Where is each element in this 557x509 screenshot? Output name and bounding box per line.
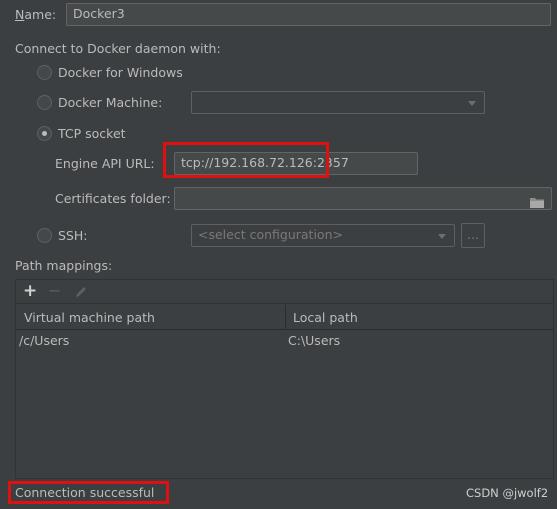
folder-icon[interactable] (530, 194, 544, 209)
column-header-local-path[interactable]: Local path (293, 310, 358, 326)
highlight-box-status (8, 481, 169, 504)
add-icon[interactable]: + (23, 283, 37, 300)
engine-api-url-label: Engine API URL: (55, 156, 155, 171)
docker-machine-radio[interactable] (37, 95, 52, 110)
ssh-config-select[interactable]: <select configuration> (191, 224, 455, 247)
ssh-config-placeholder: <select configuration> (198, 227, 343, 242)
edit-icon[interactable] (74, 285, 88, 302)
column-header-vm-path[interactable]: Virtual machine path (24, 310, 155, 326)
column-divider (285, 305, 286, 330)
vm-path-cell: /c/Users (19, 333, 70, 348)
chevron-down-icon (438, 234, 446, 239)
ssh-radio[interactable] (37, 228, 52, 243)
ssh-browse-button[interactable]: ... (461, 223, 485, 248)
remove-icon[interactable]: − (48, 283, 61, 299)
tcp-socket-label[interactable]: TCP socket (58, 126, 126, 142)
table-row[interactable]: /c/Users C:\Users (16, 331, 553, 351)
path-mappings-label: Path mappings: (15, 258, 113, 273)
name-label: Name: (15, 7, 56, 23)
path-mappings-toolbar: + − (16, 280, 553, 304)
docker-machine-select[interactable] (191, 91, 485, 114)
chevron-down-icon (468, 101, 476, 106)
watermark: CSDN @jwolf2 (466, 486, 549, 500)
path-mappings-panel: + − Virtual machine path Local path /c/U… (15, 279, 554, 479)
docker-for-windows-label[interactable]: Docker for Windows (58, 65, 183, 81)
highlight-box-engine-url (163, 142, 329, 178)
tcp-socket-radio[interactable] (37, 126, 52, 141)
name-label-mnemonic: N (15, 7, 25, 22)
table-header: Virtual machine path Local path (16, 305, 553, 330)
certificates-folder-label: Certificates folder: (55, 191, 171, 206)
local-path-cell: C:\Users (288, 333, 341, 348)
certificates-folder-input[interactable] (174, 187, 552, 210)
connect-label: Connect to Docker daemon with: (15, 41, 221, 56)
docker-for-windows-radio[interactable] (37, 65, 52, 80)
name-label-rest: ame: (24, 7, 57, 22)
ssh-label[interactable]: SSH: (58, 228, 87, 244)
docker-machine-label[interactable]: Docker Machine: (58, 95, 162, 111)
name-input[interactable]: Docker3 (66, 3, 551, 26)
